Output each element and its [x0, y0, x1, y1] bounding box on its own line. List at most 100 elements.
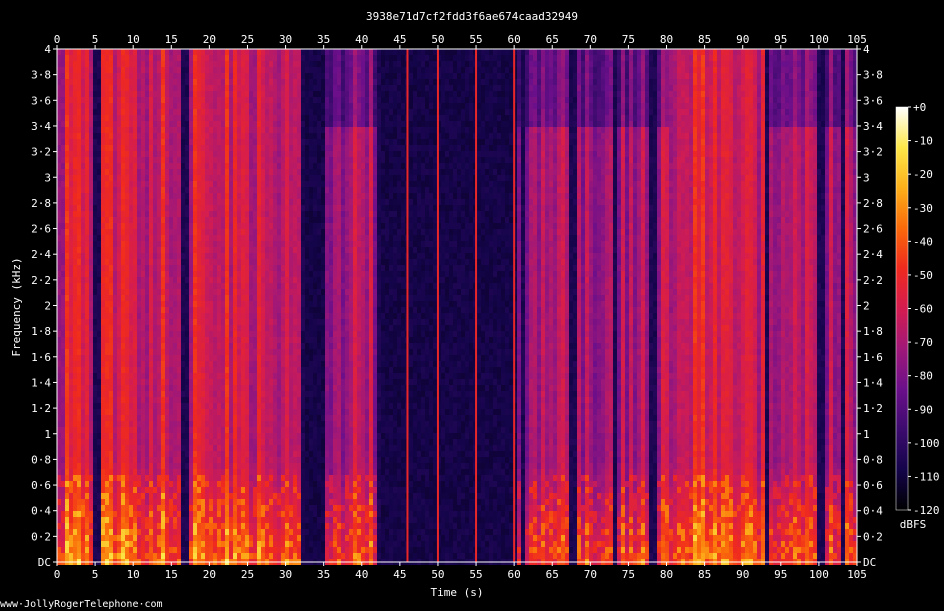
spectrogram-cell: [73, 421, 77, 427]
spectrogram-cell: [177, 541, 181, 547]
spectrogram-cell: [217, 145, 221, 151]
spectrogram-cell: [181, 235, 185, 241]
spectrogram-cell: [225, 319, 229, 325]
spectrogram-cell: [113, 511, 117, 517]
spectrogram-cell: [81, 157, 85, 163]
spectrogram-cell: [285, 247, 289, 253]
spectrogram-cell: [57, 373, 61, 379]
spectrogram-cell: [197, 457, 201, 463]
spectrogram-cell: [233, 109, 237, 115]
spectrogram-cell: [169, 487, 173, 493]
spectrogram-cell: [193, 307, 197, 313]
spectrogram-cell: [249, 277, 253, 283]
spectrogram-cell: [189, 205, 193, 211]
spectrogram-cell: [85, 67, 89, 73]
spectrogram-cell: [149, 223, 153, 229]
spectrogram-cell: [165, 313, 169, 319]
spectrogram-cell: [113, 439, 117, 445]
spectrogram-cell: [81, 301, 85, 307]
spectrogram-cell: [197, 247, 201, 253]
spectrogram-cell: [149, 283, 153, 289]
spectrogram-cell: [61, 151, 65, 157]
spectrogram-cell: [173, 259, 177, 265]
spectrogram-cell: [201, 175, 205, 181]
spectrogram-cell: [217, 211, 221, 217]
spectrogram-cell: [129, 433, 133, 439]
spectrogram-cell: [181, 277, 185, 283]
spectrogram-cell: [173, 463, 177, 469]
spectrogram-cell: [217, 415, 221, 421]
spectrogram-cell: [273, 205, 277, 211]
spectrogram-cell: [149, 397, 153, 403]
spectrogram-cell: [241, 295, 245, 301]
spectrogram-cell: [77, 169, 81, 175]
spectrogram-cell: [177, 151, 181, 157]
spectrogram-cell: [69, 199, 73, 205]
spectrogram-cell: [269, 415, 273, 421]
spectrogram-cell: [185, 505, 189, 511]
spectrogram-cell: [245, 499, 249, 505]
spectrogram-cell: [157, 337, 161, 343]
spectrogram-cell: [157, 535, 161, 541]
spectrogram-cell: [69, 325, 73, 331]
spectrogram-cell: [125, 421, 129, 427]
spectrogram-cell: [85, 469, 89, 475]
spectrogram-cell: [93, 535, 97, 541]
spectrogram-cell: [269, 481, 273, 487]
spectrogram-cell: [253, 61, 257, 67]
spectrogram-cell: [141, 319, 145, 325]
spectrogram-cell: [189, 523, 193, 529]
spectrogram-cell: [241, 253, 245, 259]
spectrogram-cell: [221, 553, 225, 559]
spectrogram-cell: [269, 379, 273, 385]
spectrogram-cell: [101, 163, 105, 169]
spectrogram-cell: [65, 187, 69, 193]
spectrogram-cell: [285, 517, 289, 523]
spectrogram-cell: [201, 529, 205, 535]
spectrogram-cell: [93, 271, 97, 277]
spectrogram-cell: [141, 553, 145, 559]
spectrogram-cell: [61, 391, 65, 397]
spectrogram-cell: [193, 283, 197, 289]
spectrogram-cell: [81, 295, 85, 301]
spectrogram-cell: [121, 151, 125, 157]
spectrogram-cell: [229, 427, 233, 433]
spectrogram-cell: [85, 193, 89, 199]
spectrogram-cell: [217, 511, 221, 517]
spectrogram-cell: [209, 91, 213, 97]
spectrogram-cell: [101, 553, 105, 559]
spectrogram-cell: [109, 349, 113, 355]
spectrogram-cell: [229, 217, 233, 223]
spectrogram-cell: [257, 511, 261, 517]
spectrogram-cell: [69, 421, 73, 427]
spectrogram-cell: [129, 163, 133, 169]
spectrogram-cell: [157, 109, 161, 115]
spectrogram-cell: [285, 169, 289, 175]
spectrogram-cell: [225, 151, 229, 157]
spectrogram-cell: [93, 349, 97, 355]
spectrogram-cell: [189, 403, 193, 409]
spectrogram-cell: [205, 373, 209, 379]
spectrogram-cell: [225, 523, 229, 529]
spectrogram-cell: [89, 283, 93, 289]
spectrogram-cell: [57, 547, 61, 553]
spectrogram-cell: [269, 289, 273, 295]
spectrogram-cell: [201, 325, 205, 331]
spectrogram-cell: [233, 523, 237, 529]
spectrogram-cell: [125, 271, 129, 277]
spectrogram-cell: [201, 97, 205, 103]
spectrogram-cell: [125, 283, 129, 289]
spectrogram-cell: [285, 469, 289, 475]
spectrogram-cell: [145, 169, 149, 175]
spectrogram-cell: [269, 265, 273, 271]
spectrogram-cell: [141, 379, 145, 385]
spectrogram-cell: [137, 421, 141, 427]
spectrogram-cell: [277, 379, 281, 385]
spectrogram-cell: [81, 253, 85, 259]
spectrogram-cell: [137, 343, 141, 349]
spectrogram-cell: [213, 511, 217, 517]
spectrogram-cell: [181, 301, 185, 307]
spectrogram-cell: [89, 457, 93, 463]
spectrogram-cell: [249, 283, 253, 289]
spectrogram-cell: [125, 355, 129, 361]
